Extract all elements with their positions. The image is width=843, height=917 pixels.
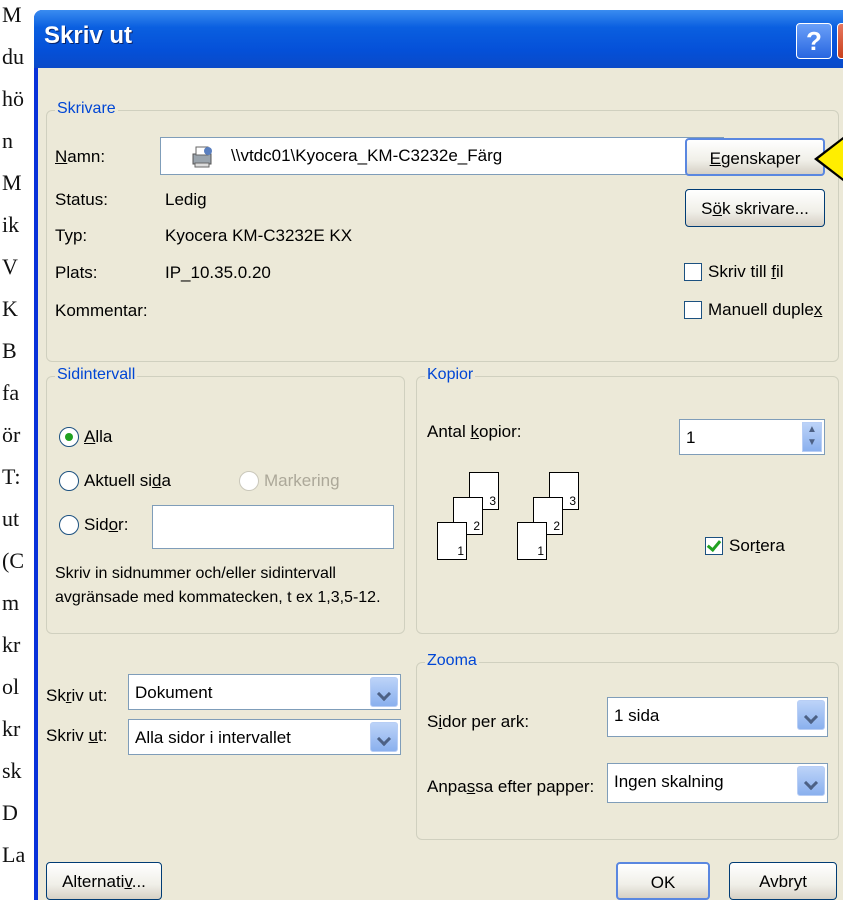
print-what-select[interactable]: Dokument [128,674,401,710]
background-text-line: sk [2,758,22,783]
dialog-body: Skrivare Namn: \\vtdc01\Kyocera_KM-C3232… [38,68,843,900]
collate-label: Sortera [729,536,785,555]
copies-legend: Kopior [425,366,476,384]
location-value: IP_10.35.0.20 [165,263,271,282]
chevron-down-icon[interactable] [370,722,398,752]
help-button[interactable]: ? [796,23,832,59]
background-text-line: ol [2,674,20,699]
copies-count-label: Antal kopior: [427,422,522,441]
location-label: Plats: [55,263,98,282]
printer-name-label: Namn: [55,147,106,166]
comment-label: Kommentar: [55,301,148,320]
page-range-hint-line1: Skriv in sidnummer och/eller sidinterval… [55,565,336,582]
printer-icon [191,144,213,168]
background-text-line: ik [2,212,20,237]
options-button[interactable]: Alternativ... [46,862,162,900]
cancel-button[interactable]: Avbryt [729,862,837,900]
type-value: Kyocera KM-C3232E KX [165,226,353,245]
chevron-down-icon[interactable] [370,677,398,707]
background-text-line: La [2,842,26,867]
print-what-value: Dokument [135,683,213,702]
ok-button[interactable]: OK [616,862,710,900]
zoom-legend: Zooma [425,652,479,670]
background-text-line: B [2,338,17,363]
background-text-line: T: [2,464,21,489]
background-text-line: (C [2,548,24,573]
print-range-value: Alla sidor i intervallet [135,728,291,747]
background-text-line: ut [2,506,20,531]
background-text-line: M [2,2,22,27]
page-range-hint-line2: avgränsade med kommatecken, t ex 1,3,5-1… [55,589,381,606]
copies-group: Kopior Antal kopior: 1 ▲ ▼ 3 2 1 3 2 1 So… [416,366,839,634]
properties-button[interactable]: Egenskaper [685,138,825,176]
spinner-arrows-icon[interactable]: ▲ ▼ [802,422,822,452]
print-to-file-checkbox[interactable] [684,263,702,281]
scale-label: Anpassa efter papper: [427,777,595,796]
printer-legend: Skrivare [55,100,118,118]
scale-value: Ingen skalning [614,772,724,791]
pages-per-sheet-value: 1 sida [614,706,660,725]
background-text-line: du [2,44,24,69]
current-page-label: Aktuell sida [84,471,171,490]
print-what-label: Skriv ut: [46,686,108,705]
pages-radio[interactable] [59,515,79,535]
copies-count-value: 1 [686,428,696,447]
print-to-file-label: Skriv till fil [708,262,784,281]
page-range-group: Sidintervall Alla Aktuell sida Markering… [46,366,405,634]
background-text-line: K [2,296,18,321]
background-text-line: kr [2,632,21,657]
title-bar: Skriv ut ? X [34,10,843,68]
selection-label: Markering [264,471,340,490]
background-text-line: fa [2,380,20,405]
background-text-line: V [2,254,18,279]
manual-duplex-label: Manuell duplex [708,300,823,319]
background-text-line: n [2,128,13,153]
find-printer-button[interactable]: Sök skrivare... [685,189,825,227]
background-text-line: ör [2,422,21,447]
background-text-line: kr [2,716,21,741]
manual-duplex-checkbox[interactable] [684,301,702,319]
all-pages-label: Alla [84,427,113,446]
collate-illustration-1: 3 2 1 [437,472,517,592]
chevron-down-icon[interactable] [797,766,825,796]
background-text-line: D [2,800,18,825]
printer-name-value: \\vtdc01\Kyocera_KM-C3232e_Färg [231,146,503,165]
printer-name-select[interactable]: \\vtdc01\Kyocera_KM-C3232e_Färg [160,137,724,175]
dialog-title: Skriv ut [44,22,133,49]
background-text-line: m [2,590,20,615]
pages-label: Sidor: [84,515,129,534]
page-range-legend: Sidintervall [55,366,138,384]
all-pages-radio[interactable] [59,427,79,447]
pages-input[interactable] [152,505,394,549]
scale-select[interactable]: Ingen skalning [607,763,828,803]
pages-per-sheet-label: Sidor per ark: [427,712,530,731]
pages-per-sheet-select[interactable]: 1 sida [607,697,828,737]
close-button[interactable]: X [837,23,843,59]
selection-radio[interactable] [239,471,259,491]
current-page-radio[interactable] [59,471,79,491]
copies-count-spinner[interactable]: 1 ▲ ▼ [679,419,825,455]
zoom-group: Zooma Sidor per ark: 1 sida Anpassa efte… [416,652,839,840]
print-range-select[interactable]: Alla sidor i intervallet [128,719,401,755]
background-text-line: M [2,170,22,195]
print-range-label: Skriv ut: [46,726,108,745]
type-label: Typ: [55,226,88,245]
callout-arrow-icon [818,128,843,190]
status-label: Status: [55,190,108,209]
printer-group: Skrivare Namn: \\vtdc01\Kyocera_KM-C3232… [46,100,839,362]
chevron-down-icon[interactable] [797,700,825,730]
collate-illustration-2: 3 2 1 [517,472,597,592]
collate-checkbox[interactable] [705,537,723,555]
background-text-line: hö [2,86,24,111]
status-value: Ledig [165,190,207,209]
print-dialog: Skriv ut ? X Skrivare Namn: \\vtdc01\Kyo… [34,10,843,900]
